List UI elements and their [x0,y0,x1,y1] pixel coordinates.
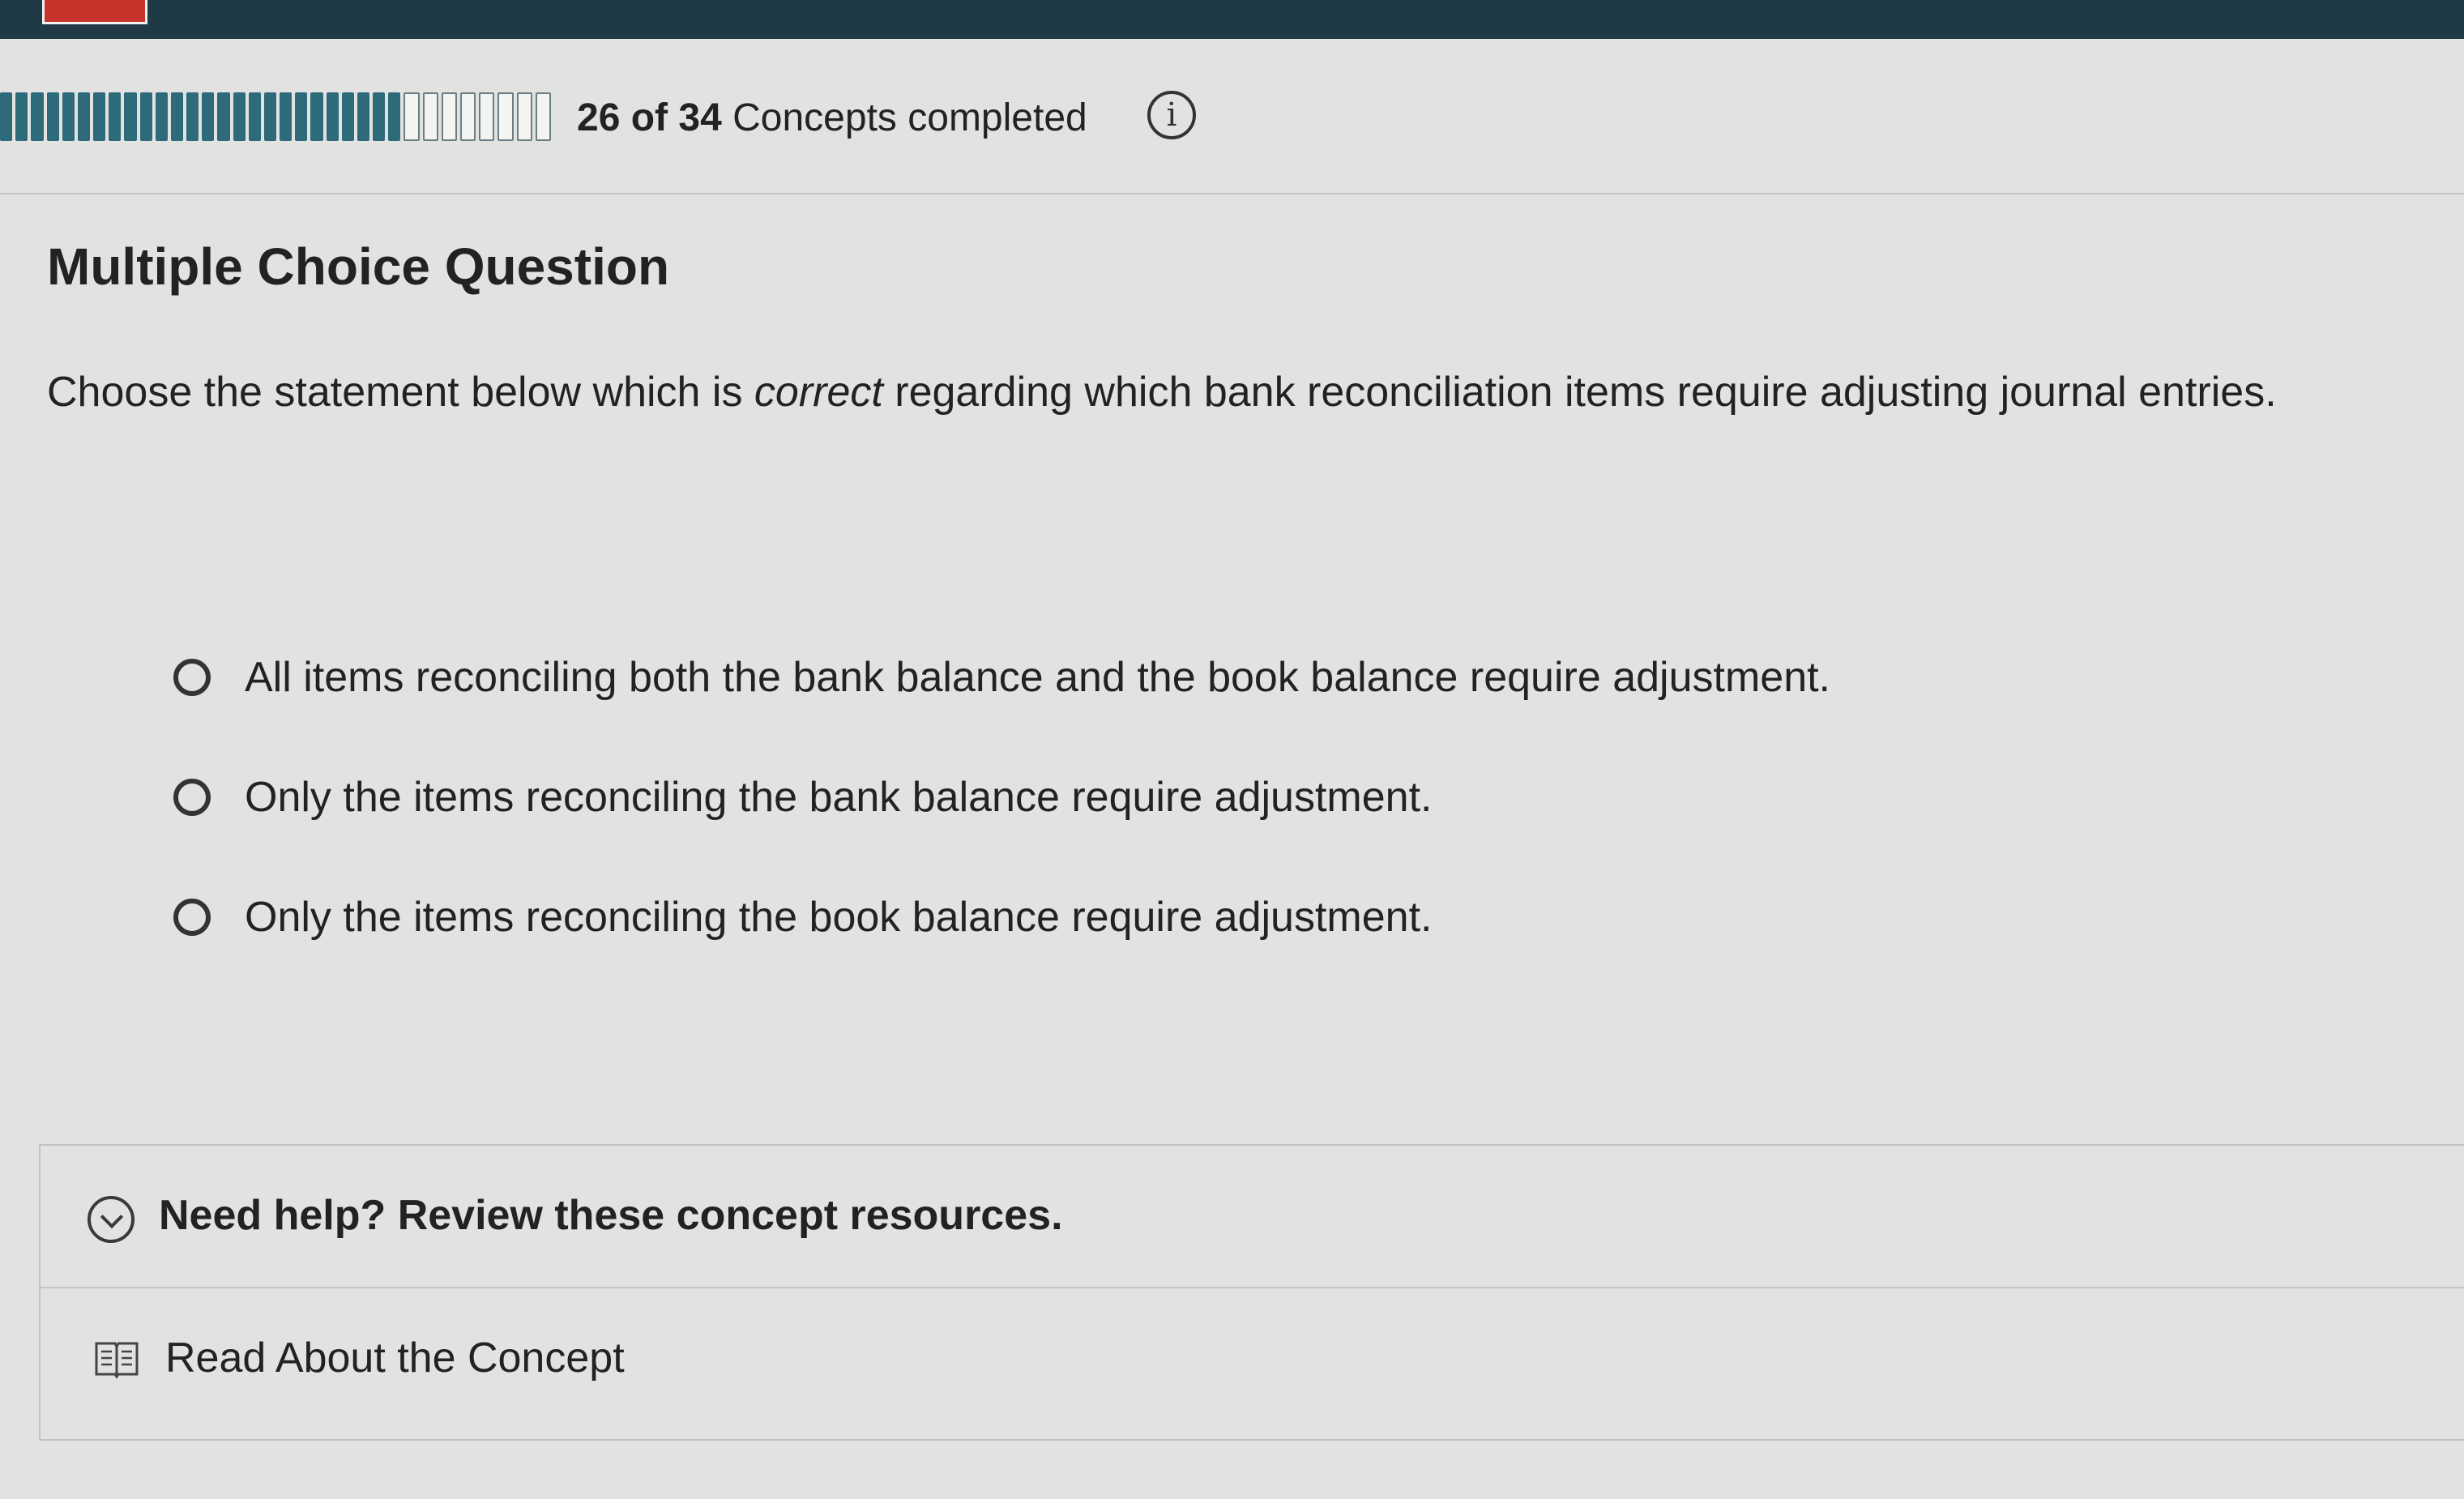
answer-option-label: Only the items reconciling the bank bala… [245,774,1433,821]
answer-option[interactable]: Only the items reconciling the bank bala… [173,768,1830,826]
progress-segment-remaining [422,92,438,141]
progress-segment-completed [373,92,386,141]
progress-segment-completed [93,92,106,141]
progress-completed: 26 [577,96,621,139]
prompt-emphasis: correct [754,369,883,416]
question-prompt: Choose the statement below which is corr… [47,366,2445,418]
progress-segment-completed [124,92,137,141]
progress-bar [0,92,551,141]
question-type-title: Multiple Choice Question [47,237,670,296]
progress-segment-completed [62,92,75,141]
radio-icon[interactable] [173,779,211,816]
answer-option[interactable]: Only the items reconciling the book bala… [173,888,1830,946]
progress-segment-completed [139,92,152,141]
read-about-concept-link[interactable]: Read About the Concept [41,1288,2464,1441]
progress-segment-completed [186,92,199,141]
help-toggle[interactable]: Need help? Review these concept resource… [41,1146,2464,1288]
progress-segment-completed [77,92,91,141]
progress-segment-remaining [516,92,532,141]
help-resources-panel: Need help? Review these concept resource… [39,1144,2464,1441]
progress-segment-remaining [459,92,476,141]
progress-segment-remaining [535,92,551,141]
answer-option-label: All items reconciling both the bank bala… [245,654,1831,701]
progress-segment-completed [357,92,370,141]
progress-segment-remaining [497,92,514,141]
progress-suffix: Concepts completed [732,96,1087,139]
prompt-text-start: Choose the statement below which is [47,369,754,416]
progress-segment-completed [341,92,354,141]
progress-segment-completed [295,92,308,141]
progress-segment-completed [170,92,184,141]
brand-logo [42,0,147,24]
progress-segment-completed [263,92,277,141]
progress-segment-completed [248,92,261,141]
progress-segment-completed [31,92,44,141]
progress-segment-completed [15,92,28,141]
radio-icon[interactable] [173,659,211,696]
progress-segment-remaining [441,92,457,141]
progress-segment-completed [155,92,168,141]
progress-segment-remaining [404,92,420,141]
help-title: Need help? Review these concept resource… [159,1192,1063,1239]
chevron-down-icon[interactable] [88,1196,135,1243]
progress-segment-completed [310,92,323,141]
progress-segment-completed [217,92,230,141]
radio-icon[interactable] [173,899,211,936]
progress-segment-completed [202,92,215,141]
answer-option-label: Only the items reconciling the book bala… [245,894,1433,941]
progress-segment-completed [326,92,339,141]
prompt-text-end: regarding which bank reconciliation item… [882,369,2277,416]
progress-segment-completed [46,92,59,141]
progress-segment-completed [388,92,401,141]
answer-options: All items reconciling both the bank bala… [173,648,1830,1008]
progress-segment-completed [0,92,13,141]
progress-header: 26 of 34 Concepts completed i [0,39,2464,194]
progress-segment-completed [109,92,122,141]
progress-text: 26 of 34 Concepts completed [577,94,1087,143]
progress-of: of [630,96,668,139]
progress-segment-completed [233,92,246,141]
read-about-concept-label: Read About the Concept [165,1335,625,1382]
book-icon [95,1342,139,1379]
progress-total: 34 [678,96,722,139]
progress-segment-remaining [479,92,495,141]
info-icon[interactable]: i [1147,91,1196,139]
progress-segment-completed [280,92,293,141]
answer-option[interactable]: All items reconciling both the bank bala… [173,648,1830,707]
top-bar [0,0,2464,39]
